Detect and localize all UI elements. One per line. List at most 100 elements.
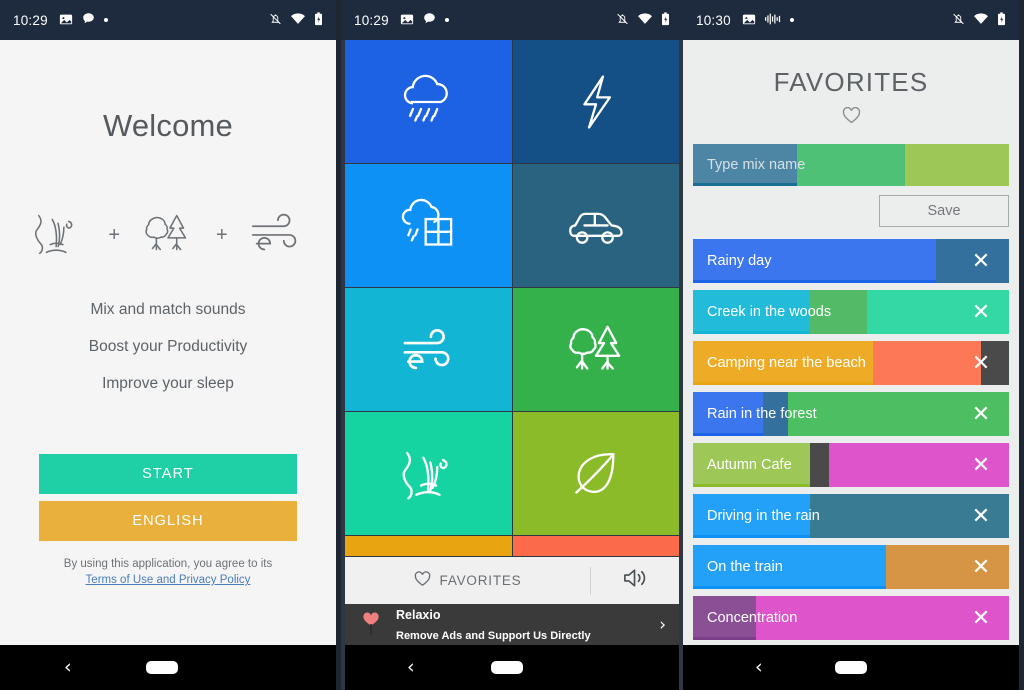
sound-tile-forest[interactable] <box>512 288 679 411</box>
mix-input-placeholder: Type mix name <box>707 157 806 173</box>
rain-window-icon <box>391 189 465 263</box>
sound-tile-wind[interactable] <box>345 288 512 411</box>
favorite-row[interactable]: Creek in the woods ✕ <box>693 290 1009 334</box>
leaf-icon <box>559 437 633 511</box>
heart-outline-icon <box>414 571 431 590</box>
status-bar: 10:29 <box>0 0 336 40</box>
welcome-taglines: Mix and match sounds Boost your Producti… <box>89 301 248 412</box>
language-button[interactable]: ENGLISH <box>39 500 297 541</box>
wifi-icon <box>638 12 652 28</box>
home-pill-icon[interactable] <box>146 661 178 674</box>
close-icon[interactable]: ✕ <box>953 494 1009 538</box>
sound-tile-leaves[interactable] <box>512 412 679 535</box>
favorite-row-label: Camping near the beach <box>707 355 866 371</box>
ad-title: Relaxio <box>396 607 441 622</box>
android-nav-bar: ‹ <box>0 645 336 690</box>
sound-grid <box>345 40 679 556</box>
close-icon[interactable]: ✕ <box>953 239 1009 283</box>
welcome-actions: START ENGLISH By using this application,… <box>39 453 297 589</box>
dot-icon <box>789 18 794 22</box>
terms-link[interactable]: Terms of Use and Privacy Policy <box>39 572 297 589</box>
sound-tile-creek[interactable] <box>345 412 512 535</box>
favorite-row[interactable]: Rain in the forest ✕ <box>693 392 1009 436</box>
ad-banner[interactable]: Relaxio Remove Ads and Support Us Direct… <box>345 604 679 645</box>
status-bar: 10:29 <box>341 0 683 40</box>
notifications-off-icon <box>952 12 965 29</box>
back-icon[interactable]: ‹ <box>407 658 415 677</box>
plus-icon: + <box>108 224 120 246</box>
status-right-icons <box>952 11 1006 29</box>
close-icon[interactable]: ✕ <box>953 290 1009 334</box>
status-bar: 10:30 <box>683 0 1019 40</box>
favorite-row-label: On the train <box>707 559 783 575</box>
close-icon[interactable]: ✕ <box>953 392 1009 436</box>
favorite-row-label: Driving in the rain <box>707 508 820 524</box>
lightning-bolt-icon <box>559 65 633 139</box>
close-icon[interactable]: ✕ <box>953 341 1009 385</box>
audio-wave-icon <box>764 12 781 29</box>
wind-icon <box>391 313 465 387</box>
trees-icon <box>137 202 199 269</box>
creek-reeds-icon <box>29 202 91 269</box>
chat-bubble-icon <box>423 12 436 28</box>
favorites-button[interactable]: FAVORITES <box>345 571 590 590</box>
legal-notice: By using this application, you agree to … <box>39 556 297 589</box>
mix-input-segment-1 <box>797 144 905 186</box>
three-phone-screenshots: 10:29 Welcome + + Mix and match sounds B… <box>0 0 1024 690</box>
trees-icon <box>559 313 633 387</box>
chat-bubble-icon <box>82 12 95 28</box>
wind-icon <box>245 202 307 269</box>
favorite-row[interactable]: Camping near the beach ✕ <box>693 341 1009 385</box>
save-button[interactable]: Save <box>879 195 1009 227</box>
back-icon[interactable]: ‹ <box>64 658 72 677</box>
favorite-row[interactable]: Concentration ✕ <box>693 596 1009 640</box>
favorites-list: Rainy day ✕ Creek in the woods ✕ Camping nea… <box>693 239 1009 640</box>
favorite-row[interactable]: Rainy day ✕ <box>693 239 1009 283</box>
close-icon[interactable]: ✕ <box>953 596 1009 640</box>
home-pill-icon[interactable] <box>491 661 523 674</box>
image-icon <box>742 12 756 29</box>
favorite-row[interactable]: On the train ✕ <box>693 545 1009 589</box>
status-left-icons <box>400 12 449 29</box>
heart-outline-icon <box>842 106 861 129</box>
favorite-row-label: Concentration <box>707 610 798 626</box>
ad-text: Relaxio Remove Ads and Support Us Direct… <box>396 605 659 645</box>
screen-welcome: 10:29 Welcome + + Mix and match sounds B… <box>0 0 336 690</box>
notifications-off-icon <box>269 12 282 29</box>
mix-name-input[interactable]: Type mix name <box>693 144 1009 186</box>
screen-sound-grid: 10:29 FAVORITES Relaxio Remove Ads and S… <box>341 0 683 690</box>
status-time: 10:29 <box>354 12 389 28</box>
favorite-row-label: Rain in the forest <box>707 406 817 422</box>
close-icon[interactable]: ✕ <box>953 443 1009 487</box>
sound-grid-body: FAVORITES Relaxio Remove Ads and Support… <box>341 40 683 645</box>
back-icon[interactable]: ‹ <box>755 658 763 677</box>
favorite-row[interactable]: Driving in the rain ✕ <box>693 494 1009 538</box>
tagline-1: Boost your Productivity <box>88 338 248 355</box>
status-right-icons <box>269 11 323 29</box>
sound-tile-partial-coral[interactable] <box>512 536 679 556</box>
sound-tile-thunder[interactable] <box>512 40 679 163</box>
favorite-row-label: Rainy day <box>707 253 772 269</box>
dot-icon <box>444 18 449 22</box>
status-left-icons <box>742 12 794 29</box>
status-right-icons <box>616 11 670 29</box>
status-left-icons <box>59 12 108 29</box>
favorite-row-label: Creek in the woods <box>707 304 832 320</box>
start-button[interactable]: START <box>39 453 297 494</box>
favorite-row-label: Autumn Cafe <box>707 457 792 473</box>
volume-button[interactable] <box>591 566 679 595</box>
sound-tile-partial-amber[interactable] <box>345 536 512 556</box>
creek-reeds-icon <box>391 437 465 511</box>
home-pill-icon[interactable] <box>835 661 867 674</box>
android-nav-bar: ‹ <box>341 645 683 690</box>
save-row: Save <box>693 195 1009 227</box>
favorites-heart <box>693 106 1009 129</box>
sound-tile-rain[interactable] <box>345 40 512 163</box>
sound-tile-car[interactable] <box>512 164 679 287</box>
tagline-2: Improve your sleep <box>102 375 234 392</box>
favorite-row[interactable]: Autumn Cafe ✕ <box>693 443 1009 487</box>
sound-tile-rain-window[interactable] <box>345 164 512 287</box>
chevron-right-icon[interactable]: › <box>659 615 666 635</box>
dot-icon <box>103 18 108 22</box>
close-icon[interactable]: ✕ <box>953 545 1009 589</box>
